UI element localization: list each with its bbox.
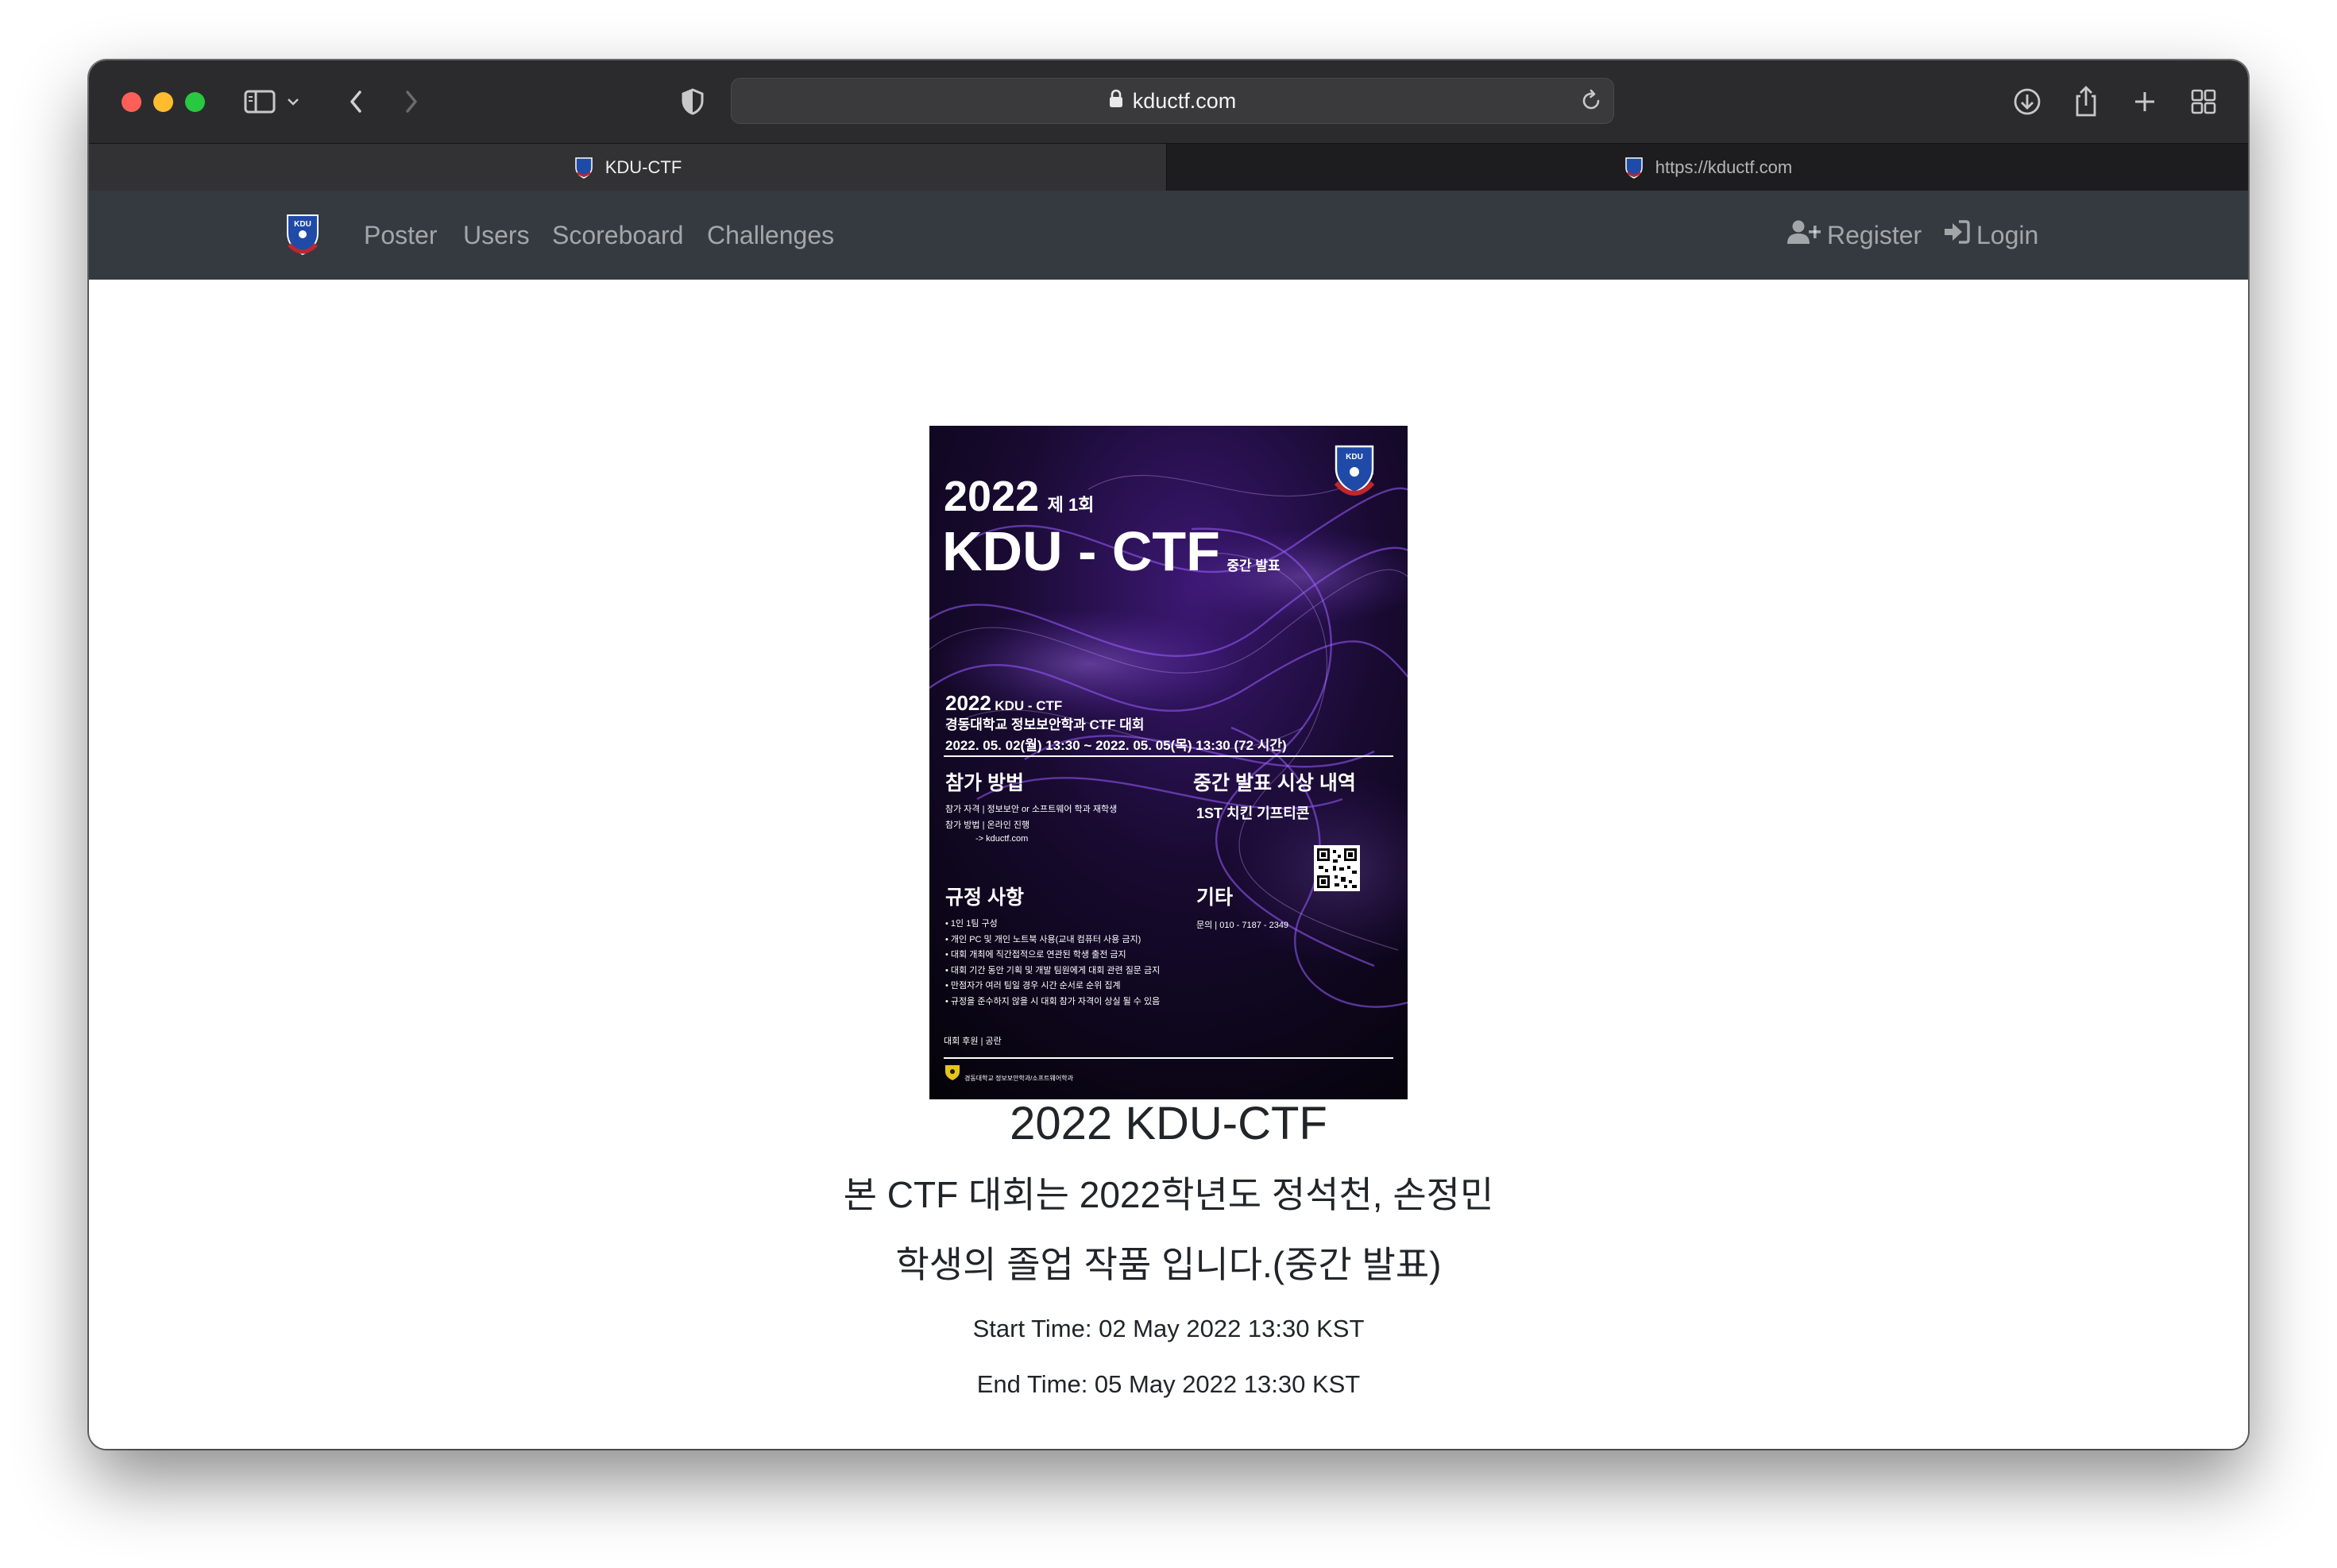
url-text: kductf.com <box>1132 88 1237 113</box>
browser-toolbar: kductf.com <box>89 60 2248 143</box>
register-link[interactable]: Register <box>1787 191 1922 280</box>
nav-poster[interactable]: Poster <box>364 191 437 280</box>
back-icon[interactable] <box>342 81 370 122</box>
downloads-icon[interactable] <box>2010 81 2045 122</box>
poster-how-line: -> kductf.com <box>975 834 1029 844</box>
poster-title: KDU - CTF <box>942 520 1220 582</box>
sign-in-icon <box>1943 219 1970 251</box>
login-link[interactable]: Login <box>1943 191 2038 280</box>
page-content: 2022 제 1회 KDU - CTF 중간 발표 2022 KDU - CTF… <box>89 280 2248 1449</box>
svg-text:KDU: KDU <box>294 220 311 229</box>
tab-bar: KDU-CTF https://kductf.com <box>89 143 2248 191</box>
register-label: Register <box>1827 220 1922 249</box>
poster-how-title: 참가 방법 <box>945 772 1024 794</box>
poster-rule: • 대회 개최에 직간접적으로 연관된 학생 출전 금지 <box>945 950 1126 960</box>
browser-window: kductf.com KDU-CTF https://kductf.com KD… <box>89 60 2248 1449</box>
kdu-logo[interactable]: KDU <box>284 213 321 257</box>
poster-rule: • 개인 PC 및 개인 노트북 사용(교내 컴퓨터 사용 금지) <box>945 934 1141 944</box>
page-title: 2022 KDU-CTF <box>1010 1098 1327 1149</box>
poster-rule: • 만점자가 여러 팀일 경우 시간 순서로 순위 집계 <box>945 981 1121 991</box>
poster-rules-title: 규정 사항 <box>945 886 1024 909</box>
minimize-window-button[interactable] <box>153 92 173 112</box>
description-line-2: 학생의 졸업 작품 입니다.(중간 발표) <box>895 1244 1442 1285</box>
end-time: End Time: 05 May 2022 13:30 KST <box>976 1370 1361 1398</box>
forward-icon[interactable] <box>397 81 426 122</box>
privacy-shield-icon[interactable] <box>677 81 709 122</box>
start-time: Start Time: 02 May 2022 13:30 KST <box>972 1315 1365 1342</box>
nav-challenges[interactable]: Challenges <box>707 191 834 280</box>
tab-overview-icon[interactable] <box>2186 81 2221 122</box>
nav-scoreboard[interactable]: Scoreboard <box>552 191 683 280</box>
poster-rule: • 대회 기간 동안 기획 및 개발 팀원에게 대회 관련 질문 금지 <box>945 965 1161 975</box>
poster-rules-list: • 1인 1팀 구성 • 개인 PC 및 개인 노트북 사용(교내 컴퓨터 사용… <box>945 917 1160 1010</box>
description-line-1: 본 CTF 대회는 2022학년도 정석천, 손정민 <box>843 1174 1494 1215</box>
poster-etc-text: 문의 | 010 - 7187 - 2349 <box>1196 921 1289 930</box>
poster-etc-title: 기타 <box>1196 886 1234 909</box>
close-window-button[interactable] <box>122 92 141 112</box>
poster-sponsor: 대회 후원 | 공란 <box>944 1037 1002 1046</box>
tab-kductf[interactable]: KDU-CTF <box>89 144 1166 191</box>
reload-icon[interactable] <box>1578 88 1604 114</box>
poster-dates: 2022. 05. 02(월) 13:30 ~ 2022. 05. 05(목) … <box>945 738 1287 753</box>
poster-how-line: 참가 방법 | 온라인 진행 <box>945 821 1030 830</box>
user-plus-icon <box>1787 219 1821 251</box>
poster-rule: • 규정을 준수하지 않을 시 대회 참가 자격이 상실 될 수 있음 <box>945 996 1161 1006</box>
poster-footer: 경동대학교 정보보안학과/소프트웨어학과 <box>964 1075 1073 1082</box>
poster-subtitle-name: KDU - CTF <box>995 698 1063 713</box>
poster-prize-text: 1ST 치킨 기프티콘 <box>1196 805 1310 821</box>
site-navbar: KDU Poster Users Scoreboard Challenges R… <box>89 191 2248 280</box>
address-bar[interactable]: kductf.com <box>731 78 1614 124</box>
kdu-favicon-icon <box>1624 156 1644 179</box>
chevron-down-icon[interactable] <box>283 81 303 122</box>
tab-url[interactable]: https://kductf.com <box>1166 144 2248 191</box>
poster-logo-text: KDU <box>1346 453 1363 462</box>
new-tab-icon[interactable] <box>2127 81 2162 122</box>
poster-how-line: 참가 자격 | 정보보안 or 소프트웨어 학과 재학생 <box>945 805 1118 814</box>
poster-prize-title: 중간 발표 시상 내역 <box>1193 772 1356 794</box>
tab-label: https://kductf.com <box>1655 157 1793 177</box>
lock-icon <box>1109 89 1123 114</box>
poster-edition: 제 1회 <box>1047 495 1095 515</box>
poster-title-sub: 중간 발표 <box>1226 558 1281 574</box>
share-icon[interactable] <box>2069 81 2103 122</box>
poster-subtitle-year: 2022 <box>945 691 991 715</box>
poster-subtitle-line2: 경동대학교 정보보안학과 CTF 대회 <box>945 717 1145 732</box>
login-label: Login <box>1976 220 2039 249</box>
zoom-window-button[interactable] <box>185 92 205 112</box>
poster-rule: • 1인 1팀 구성 <box>945 919 998 929</box>
poster-year: 2022 <box>944 473 1040 520</box>
sidebar-toggle-icon[interactable] <box>241 81 278 122</box>
event-poster: 2022 제 1회 KDU - CTF 중간 발표 2022 KDU - CTF… <box>929 426 1408 1099</box>
nav-users[interactable]: Users <box>463 191 530 280</box>
tab-label: KDU-CTF <box>605 157 682 177</box>
kdu-favicon-icon <box>574 156 594 179</box>
